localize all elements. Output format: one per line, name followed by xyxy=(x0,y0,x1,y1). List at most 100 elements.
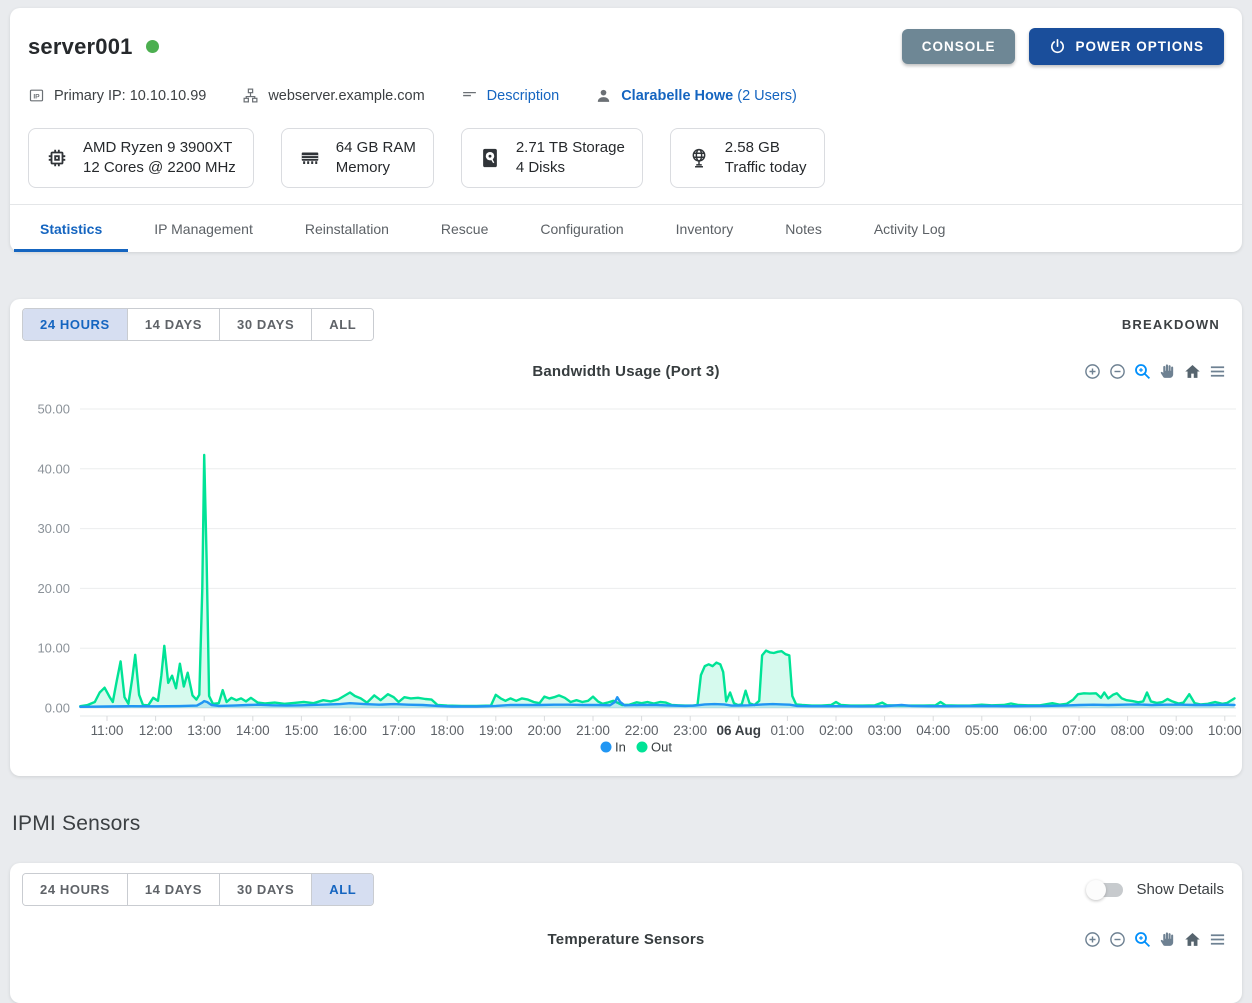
tab-bar: Statistics IP Management Reinstallation Res… xyxy=(10,205,1242,252)
person-icon xyxy=(595,87,612,104)
owner-link[interactable]: Clarabelle Howe (2 Users) xyxy=(595,87,797,104)
disk-spec-card: 2.71 TB Storage 4 Disks xyxy=(460,128,643,188)
bandwidth-range-14-days[interactable]: 14 DAYS xyxy=(126,309,220,340)
bandwidth-chart-title: Bandwidth Usage (Port 3) xyxy=(532,363,720,380)
bandwidth-range-24-hours[interactable]: 24 HOURS xyxy=(23,309,127,340)
y-axis-label: 10.00 xyxy=(37,641,70,656)
tab-activity-log[interactable]: Activity Log xyxy=(848,205,972,252)
legend-item-in[interactable]: In xyxy=(600,740,626,755)
series-area-out xyxy=(80,455,1235,708)
selection-zoom-icon[interactable] xyxy=(1134,363,1151,380)
ram-spec-card: 64 GB RAM Memory xyxy=(280,128,434,188)
bandwidth-chart-toolbar xyxy=(1084,363,1226,380)
x-axis-label: 05:00 xyxy=(965,723,999,738)
power-options-button[interactable]: POWER OPTIONS xyxy=(1029,28,1224,65)
power-options-label: POWER OPTIONS xyxy=(1075,39,1204,54)
description-link[interactable]: Description xyxy=(461,87,559,104)
x-axis-label: 14:00 xyxy=(236,723,270,738)
traffic-icon xyxy=(688,147,710,169)
series-line-out xyxy=(79,453,1236,708)
toggle-track[interactable] xyxy=(1086,879,1124,900)
home-icon[interactable] xyxy=(1184,363,1201,380)
zoom-out-icon[interactable] xyxy=(1109,931,1126,948)
x-axis-label: 04:00 xyxy=(916,723,950,738)
tab-notes[interactable]: Notes xyxy=(759,205,848,252)
x-axis-label: 07:00 xyxy=(1062,723,1096,738)
x-axis-label: 06:00 xyxy=(1014,723,1048,738)
menu-icon[interactable] xyxy=(1209,931,1226,948)
y-axis-label: 30.00 xyxy=(37,521,70,536)
x-axis-label: 11:00 xyxy=(91,723,124,738)
server-header-card: server001 CONSOLE POWER OPTIONS IP Prima… xyxy=(10,8,1242,252)
pan-icon[interactable] xyxy=(1159,363,1176,380)
svg-text:Out: Out xyxy=(651,740,672,755)
x-axis-label: 21:00 xyxy=(576,723,610,738)
bandwidth-card: 24 HOURS 14 DAYS 30 DAYS ALL BREAKDOWN Band… xyxy=(10,299,1242,776)
toggle-knob[interactable] xyxy=(1086,879,1107,900)
bandwidth-range-30-days[interactable]: 30 DAYS xyxy=(219,309,312,340)
ipmi-range-group: 24 HOURS 14 DAYS 30 DAYS ALL xyxy=(22,873,375,906)
temperature-chart-toolbar xyxy=(1084,931,1226,948)
home-icon[interactable] xyxy=(1184,931,1201,948)
ipmi-card: 24 HOURS 14 DAYS 30 DAYS ALL Show Details T… xyxy=(10,863,1242,1003)
x-axis-label: 06 Aug xyxy=(717,723,762,738)
tab-statistics[interactable]: Statistics xyxy=(14,205,129,252)
x-axis-label: 12:00 xyxy=(139,723,173,738)
x-axis-label: 13:00 xyxy=(187,723,221,738)
y-axis-label: 50.00 xyxy=(37,402,70,417)
ipmi-sensors-heading: IPMI Sensors xyxy=(12,812,141,835)
y-axis-label: 0.00 xyxy=(45,701,70,716)
ipmi-range-all[interactable]: ALL xyxy=(311,874,374,905)
svg-text:In: In xyxy=(615,740,626,755)
svg-text:IP: IP xyxy=(33,93,40,100)
show-details-label: Show Details xyxy=(1136,881,1224,898)
pan-icon[interactable] xyxy=(1159,931,1176,948)
x-axis-label: 15:00 xyxy=(285,723,319,738)
x-axis-label: 09:00 xyxy=(1159,723,1193,738)
y-axis-label: 40.00 xyxy=(37,461,70,476)
bandwidth-range-all[interactable]: ALL xyxy=(311,309,374,340)
x-axis-label: 08:00 xyxy=(1111,723,1145,738)
ip-icon: IP xyxy=(28,87,45,104)
x-axis-label: 03:00 xyxy=(868,723,902,738)
tab-rescue[interactable]: Rescue xyxy=(415,205,514,252)
primary-ip: IP Primary IP: 10.10.10.99 xyxy=(28,87,206,104)
ipmi-range-24-hours[interactable]: 24 HOURS xyxy=(23,874,127,905)
ipmi-range-30-days[interactable]: 30 DAYS xyxy=(219,874,312,905)
traffic-spec-card: 2.58 GB Traffic today xyxy=(669,128,825,188)
menu-icon[interactable] xyxy=(1209,363,1226,380)
zoom-in-icon[interactable] xyxy=(1084,931,1101,948)
power-icon xyxy=(1049,38,1066,55)
bandwidth-range-group: 24 HOURS 14 DAYS 30 DAYS ALL xyxy=(22,308,375,341)
selection-zoom-icon[interactable] xyxy=(1134,931,1151,948)
x-axis-label: 18:00 xyxy=(430,723,464,738)
x-axis-label: 17:00 xyxy=(382,723,416,738)
x-axis-label: 01:00 xyxy=(771,723,805,738)
x-axis-label: 10:00 xyxy=(1208,723,1242,738)
zoom-out-icon[interactable] xyxy=(1109,363,1126,380)
x-axis-label: 22:00 xyxy=(625,723,659,738)
x-axis-label: 20:00 xyxy=(528,723,562,738)
page-title: server001 xyxy=(28,33,133,59)
network-icon xyxy=(242,87,259,104)
zoom-in-icon[interactable] xyxy=(1084,363,1101,380)
status-online-dot xyxy=(145,40,159,53)
ram-icon xyxy=(299,147,321,169)
tab-ip-management[interactable]: IP Management xyxy=(128,205,279,252)
tab-inventory[interactable]: Inventory xyxy=(650,205,760,252)
temperature-chart-title: Temperature Sensors xyxy=(547,931,705,948)
y-axis-label: 20.00 xyxy=(37,581,70,596)
cpu-icon xyxy=(46,147,68,169)
x-axis-label: 02:00 xyxy=(819,723,853,738)
show-details-toggle[interactable]: Show Details xyxy=(1086,879,1230,900)
x-axis-label: 16:00 xyxy=(333,723,367,738)
tab-reinstallation[interactable]: Reinstallation xyxy=(279,205,415,252)
console-button[interactable]: CONSOLE xyxy=(901,29,1016,64)
hostname: webserver.example.com xyxy=(242,87,425,104)
ipmi-range-14-days[interactable]: 14 DAYS xyxy=(126,874,220,905)
disk-icon xyxy=(479,147,501,169)
breakdown-button[interactable]: BREAKDOWN xyxy=(1112,309,1230,340)
legend-item-out[interactable]: Out xyxy=(636,740,673,755)
bandwidth-chart[interactable]: 0.00 10.00 20.00 30.00 40.00 50.00 11:00 12:00 1… xyxy=(22,389,1241,762)
tab-configuration[interactable]: Configuration xyxy=(514,205,649,252)
